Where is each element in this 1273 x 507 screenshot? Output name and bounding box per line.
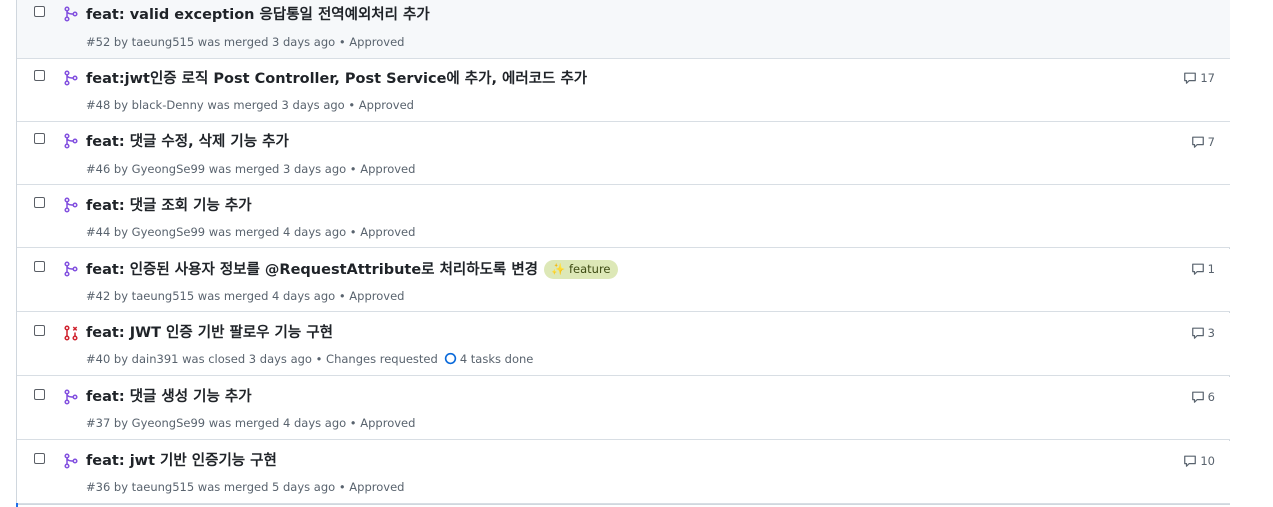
- git-merge-icon: [64, 70, 78, 86]
- comment-icon: [1184, 72, 1197, 84]
- comment-count: 17: [1200, 71, 1215, 85]
- row-checkbox[interactable]: [34, 325, 45, 336]
- task-progress-icon: [444, 352, 456, 365]
- pr-title-link[interactable]: feat: jwt 기반 인증기능 구현: [86, 452, 277, 470]
- row-checkbox[interactable]: [34, 261, 45, 272]
- git-merge-icon: [64, 197, 78, 213]
- comment-icon: [1191, 327, 1204, 339]
- comment-count-link[interactable]: 6: [1191, 390, 1215, 404]
- comment-count: 7: [1207, 135, 1215, 149]
- git-merge-icon: [64, 389, 78, 405]
- comment-count-link[interactable]: 3: [1191, 326, 1215, 340]
- focus-edge-marker: [16, 503, 18, 507]
- pr-meta: #42 by taeung515 was merged 4 days ago •…: [86, 289, 405, 303]
- pr-meta: #44 by GyeongSe99 was merged 4 days ago …: [86, 225, 416, 239]
- list-item: feat: valid exception 응답통일 전역예외처리 추가 #52…: [17, 0, 1230, 59]
- list-item: feat: 댓글 생성 기능 추가 #37 by GyeongSe99 was …: [17, 377, 1230, 440]
- git-merge-icon: [64, 453, 78, 469]
- pr-meta: #52 by taeung515 was merged 3 days ago •…: [86, 35, 405, 49]
- comment-count-link[interactable]: 7: [1191, 135, 1215, 149]
- pr-meta: #37 by GyeongSe99 was merged 4 days ago …: [86, 416, 416, 430]
- row-checkbox[interactable]: [34, 389, 45, 400]
- pull-request-list: feat: valid exception 응답통일 전역예외처리 추가 #52…: [16, 0, 1230, 505]
- row-checkbox[interactable]: [34, 133, 45, 144]
- list-item: feat: 댓글 조회 기능 추가 #44 by GyeongSe99 was …: [17, 185, 1230, 248]
- comment-count: 1: [1207, 262, 1215, 276]
- list-item: feat:jwt인증 로직 Post Controller, Post Serv…: [17, 59, 1230, 122]
- row-checkbox[interactable]: [34, 6, 45, 17]
- git-merge-icon: [64, 261, 78, 277]
- comment-icon: [1191, 136, 1204, 148]
- pr-title-link[interactable]: feat: 댓글 생성 기능 추가: [86, 388, 252, 406]
- comment-icon: [1191, 263, 1204, 275]
- tasks-done: 4 tasks done: [459, 352, 534, 366]
- list-item: feat: jwt 기반 인증기능 구현 #36 by taeung515 wa…: [17, 441, 1230, 504]
- git-merge-icon: [64, 6, 78, 22]
- comment-count: 3: [1207, 326, 1215, 340]
- label-feature[interactable]: ✨ feature: [544, 260, 618, 279]
- pr-meta: #36 by taeung515 was merged 5 days ago •…: [86, 480, 405, 494]
- pr-title-link[interactable]: feat: 댓글 조회 기능 추가: [86, 197, 252, 215]
- pr-title-link[interactable]: feat: 인증된 사용자 정보를 @RequestAttribute로 처리하…: [86, 260, 618, 279]
- comment-icon: [1184, 455, 1197, 467]
- git-pull-request-closed-icon: [64, 325, 78, 341]
- comment-count-link[interactable]: 1: [1191, 262, 1215, 276]
- pr-meta: #40 by dain391 was closed 3 days ago • C…: [86, 352, 533, 366]
- pr-title-link[interactable]: feat: JWT 인증 기반 팔로우 기능 구현: [86, 324, 333, 342]
- comment-count-link[interactable]: 10: [1183, 454, 1215, 468]
- comment-count: 6: [1207, 390, 1215, 404]
- pr-title-link[interactable]: feat:jwt인증 로직 Post Controller, Post Serv…: [86, 70, 587, 88]
- pr-title-link[interactable]: feat: 댓글 수정, 삭제 기능 추가: [86, 133, 289, 151]
- pr-meta-text: #40 by dain391 was closed 3 days ago • C…: [86, 352, 438, 366]
- pr-title-text: feat: 인증된 사용자 정보를 @RequestAttribute로 처리하…: [86, 262, 538, 278]
- comment-count: 10: [1200, 454, 1215, 468]
- comment-count-link[interactable]: 17: [1183, 71, 1215, 85]
- comment-icon: [1191, 391, 1204, 403]
- pr-meta: #48 by black-Denny was merged 3 days ago…: [86, 98, 414, 112]
- list-item: feat: 댓글 수정, 삭제 기능 추가 #46 by GyeongSe99 …: [17, 122, 1230, 185]
- list-item: feat: JWT 인증 기반 팔로우 기능 구현 #40 by dain391…: [17, 313, 1230, 376]
- git-merge-icon: [64, 133, 78, 149]
- pr-meta: #46 by GyeongSe99 was merged 3 days ago …: [86, 162, 416, 176]
- row-checkbox[interactable]: [34, 197, 45, 208]
- pr-title-link[interactable]: feat: valid exception 응답통일 전역예외처리 추가: [86, 6, 430, 24]
- row-checkbox[interactable]: [34, 70, 45, 81]
- list-item: feat: 인증된 사용자 정보를 @RequestAttribute로 처리하…: [17, 249, 1230, 312]
- row-checkbox[interactable]: [34, 453, 45, 464]
